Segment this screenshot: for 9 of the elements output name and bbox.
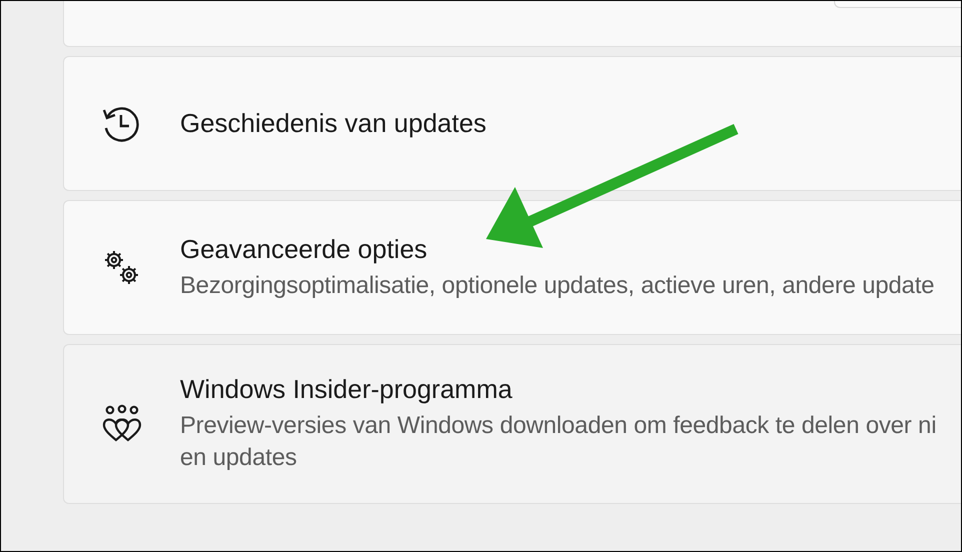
card-title: Geschiedenis van updates	[180, 108, 486, 139]
settings-card[interactable]: Geavanceerde opties Bezorgingsoptimalisatie, optionele updates, actieve uren, andere update	[63, 200, 961, 335]
settings-card[interactable]: Windows Insider-programma Preview-versies van Windows downloaden om feedback te delen over ni en updates	[63, 344, 961, 504]
card-description: Bezorgingsoptimalisatie, optionele updates, actieve uren, andere update	[180, 270, 934, 300]
card-title: Geavanceerde opties	[180, 234, 428, 264]
settings-card[interactable]: Geschiedenis van updates	[63, 56, 961, 191]
card-description: Preview-versies van Windows downloaden om feedback te delen over ni en updates	[180, 411, 936, 473]
card-title: Windows Insider-programma	[180, 374, 514, 405]
hearts-icon	[101, 404, 143, 444]
